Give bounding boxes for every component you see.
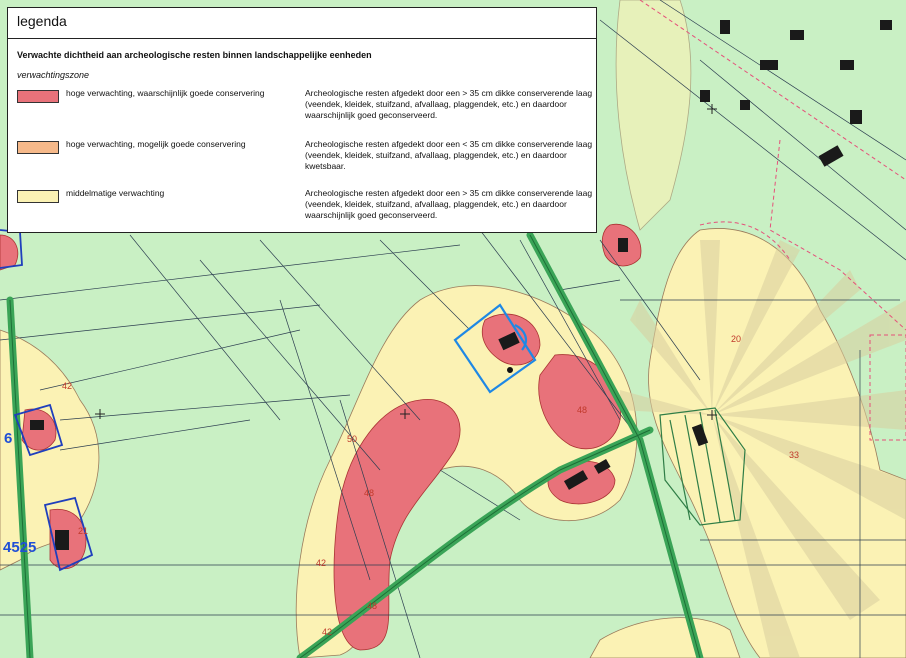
legend-item-label: hoge verwachting, waarschijnlijk goede c… bbox=[66, 88, 265, 98]
zone-label: 48 bbox=[367, 601, 378, 611]
legend-swatch-medium bbox=[17, 190, 59, 203]
map-legend: legenda Verwachte dichtheid aan archeolo… bbox=[7, 7, 597, 233]
legend-divider bbox=[8, 38, 596, 39]
legend-item-description: Archeologische resten afgedekt door een … bbox=[305, 139, 593, 171]
zone-label: 33 bbox=[789, 450, 800, 460]
zone-label: 42 bbox=[316, 558, 327, 568]
legend-swatch-high-possible bbox=[17, 141, 59, 154]
legend-swatch-high-good bbox=[17, 90, 59, 103]
zone-label: 48 bbox=[577, 405, 588, 415]
zone-label: 42 bbox=[62, 381, 73, 391]
legend-zone-heading: verwachtingszone bbox=[17, 70, 90, 80]
parcel-number: 4525 bbox=[3, 539, 37, 556]
zone-label: 42 bbox=[322, 627, 333, 637]
zone-label: 20 bbox=[731, 334, 742, 344]
legend-subtitle: Verwachte dichtheid aan archeologische r… bbox=[17, 50, 372, 60]
legend-title: legenda bbox=[17, 13, 67, 29]
zone-label: 21 bbox=[78, 526, 89, 536]
legend-item-description: Archeologische resten afgedekt door een … bbox=[305, 188, 593, 220]
legend-item-description: Archeologische resten afgedekt door een … bbox=[305, 88, 593, 120]
zone-label: 50 bbox=[347, 434, 358, 444]
parcel-number: 6 bbox=[4, 430, 13, 447]
legend-item-label: middelmatige verwachting bbox=[66, 188, 165, 198]
map-viewer[interactable]: 42 50 48 48 48 42 42 20 33 21 6 4525 leg… bbox=[0, 0, 906, 658]
legend-item-label: hoge verwachting, mogelijk goede conserv… bbox=[66, 139, 246, 149]
zone-label: 48 bbox=[364, 488, 375, 498]
